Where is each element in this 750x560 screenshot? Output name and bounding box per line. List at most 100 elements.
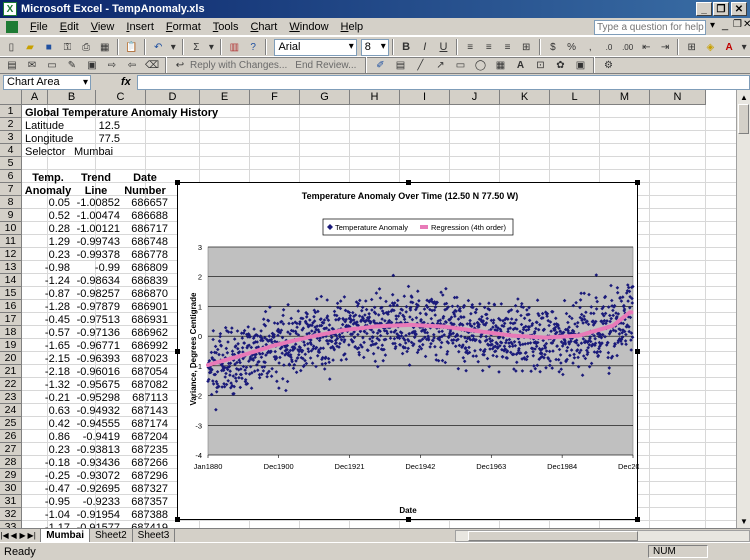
resize-handle[interactable] — [175, 349, 180, 354]
fx-icon[interactable]: fx — [121, 76, 131, 88]
diagram-icon[interactable]: ⊡ — [532, 57, 548, 73]
oval-icon[interactable]: ◯ — [472, 57, 488, 73]
date-number-cell[interactable]: 686992 — [120, 340, 168, 353]
trend-line-cell[interactable]: -0.99 — [72, 262, 120, 275]
trend-line-cell[interactable]: -0.99378 — [72, 249, 120, 262]
row-header[interactable]: 20 — [0, 352, 22, 365]
row-header[interactable]: 22 — [0, 378, 22, 391]
row-header[interactable]: 23 — [0, 391, 22, 404]
trend-line-cell[interactable]: -0.94555 — [72, 418, 120, 431]
trend-line-cell[interactable]: -0.92695 — [72, 483, 120, 496]
column-header-a[interactable]: A — [22, 90, 48, 105]
borders-icon[interactable]: ⊞ — [684, 39, 699, 55]
tab-mumbai[interactable]: Mumbai — [40, 528, 90, 543]
rectangle-icon[interactable]: ▭ — [452, 57, 468, 73]
temp-anomaly-cell[interactable]: -1.32 — [22, 379, 70, 392]
chart-area[interactable]: Temperature Anomaly Over Time (12.50 N 7… — [175, 180, 648, 522]
wordart-icon[interactable]: A — [512, 57, 528, 73]
date-number-cell[interactable]: 686717 — [120, 223, 168, 236]
temp-anomaly-cell[interactable]: -1.28 — [22, 301, 70, 314]
row-header[interactable]: 9 — [0, 209, 22, 222]
comment-icon[interactable]: ▭ — [44, 57, 60, 73]
date-number-cell[interactable]: 686688 — [120, 210, 168, 223]
next-sheet-icon[interactable]: ▶ — [18, 530, 27, 542]
tab-sheet3[interactable]: Sheet3 — [131, 528, 176, 543]
temp-anomaly-cell[interactable]: -0.47 — [22, 483, 70, 496]
date-number-cell[interactable]: 686809 — [120, 262, 168, 275]
trend-line-cell[interactable]: -0.96771 — [72, 340, 120, 353]
column-header-c[interactable]: C — [96, 90, 146, 105]
trend-line-cell[interactable]: -0.93813 — [72, 444, 120, 457]
temp-anomaly-cell[interactable]: 1.29 — [22, 236, 70, 249]
row-header[interactable]: 3 — [0, 131, 22, 144]
trend-line-cell[interactable]: -0.94932 — [72, 405, 120, 418]
date-number-cell[interactable]: 686962 — [120, 327, 168, 340]
resize-handle[interactable] — [635, 349, 640, 354]
row-header[interactable]: 13 — [0, 261, 22, 274]
clipart-icon[interactable]: ✿ — [552, 57, 568, 73]
date-number-cell[interactable]: 686931 — [120, 314, 168, 327]
date-number-cell[interactable]: 687388 — [120, 509, 168, 522]
trend-line-cell[interactable]: -0.93436 — [72, 457, 120, 470]
prev-sheet-icon[interactable]: ◀ — [9, 530, 18, 542]
date-number-cell[interactable]: 687296 — [120, 470, 168, 483]
merge-center-icon[interactable]: ⊞ — [519, 39, 534, 55]
row-header[interactable]: 5 — [0, 157, 22, 170]
permission-icon[interactable]: ⚿ — [60, 39, 75, 55]
temp-anomaly-cell[interactable]: -0.95 — [22, 496, 70, 509]
resize-handle[interactable] — [175, 517, 180, 522]
italic-icon[interactable]: I — [417, 39, 432, 55]
row-header[interactable]: 29 — [0, 469, 22, 482]
column-header-f[interactable]: F — [250, 90, 300, 105]
reply-with-changes-button[interactable]: Reply with Changes... — [190, 60, 287, 71]
percent-icon[interactable]: % — [564, 39, 579, 55]
column-header-l[interactable]: L — [550, 90, 600, 105]
menu-edit[interactable]: Edit — [54, 21, 85, 33]
row-header[interactable]: 26 — [0, 430, 22, 443]
textbox-icon[interactable]: ▦ — [492, 57, 508, 73]
trend-line-cell[interactable]: -0.9419 — [72, 431, 120, 444]
align-center-icon[interactable]: ≡ — [481, 39, 496, 55]
row-header[interactable]: 31 — [0, 495, 22, 508]
help-search-input[interactable] — [594, 20, 706, 35]
row-header[interactable]: 25 — [0, 417, 22, 430]
bold-icon[interactable]: B — [399, 39, 414, 55]
column-header-g[interactable]: G — [300, 90, 350, 105]
chevron-down-icon[interactable]: ▾ — [710, 20, 715, 31]
trend-line-cell[interactable]: -0.98634 — [72, 275, 120, 288]
temp-anomaly-cell[interactable]: 0.28 — [22, 223, 70, 236]
undo-icon[interactable]: ↶ — [151, 39, 166, 55]
column-header-j[interactable]: J — [450, 90, 500, 105]
date-number-cell[interactable]: 687082 — [120, 379, 168, 392]
drawing-edit-icon[interactable]: ✐ — [372, 57, 388, 73]
row-header[interactable]: 30 — [0, 482, 22, 495]
font-dropdown[interactable]: Arial — [274, 38, 357, 56]
date-number-cell[interactable]: 687113 — [120, 392, 168, 405]
column-header-n[interactable]: N — [650, 90, 706, 105]
column-header-d[interactable]: D — [146, 90, 200, 105]
horizontal-scrollbar[interactable] — [455, 529, 750, 542]
envelope-icon[interactable]: ✉ — [24, 57, 40, 73]
last-sheet-icon[interactable]: ▶| — [27, 530, 36, 542]
temp-anomaly-cell[interactable]: -0.21 — [22, 392, 70, 405]
row-header[interactable]: 7 — [0, 183, 22, 196]
row-header[interactable]: 14 — [0, 274, 22, 287]
row-header[interactable]: 15 — [0, 287, 22, 300]
temp-anomaly-cell[interactable]: -2.18 — [22, 366, 70, 379]
date-number-cell[interactable]: 687357 — [120, 496, 168, 509]
vertical-scroll-thumb[interactable] — [738, 104, 749, 134]
temp-anomaly-cell[interactable]: -1.04 — [22, 509, 70, 522]
resize-handle[interactable] — [635, 180, 640, 185]
vertical-scrollbar[interactable]: ▲ ▼ — [736, 90, 750, 528]
end-review-button[interactable]: End Review... — [295, 60, 356, 71]
close-button[interactable]: ✕ — [731, 2, 747, 16]
date-number-cell[interactable]: 687266 — [120, 457, 168, 470]
column-header-m[interactable]: M — [600, 90, 650, 105]
align-right-icon[interactable]: ≡ — [500, 39, 515, 55]
next-comment-icon[interactable]: ⇨ — [104, 57, 120, 73]
text-box-icon[interactable]: ▤ — [392, 57, 408, 73]
first-sheet-icon[interactable]: |◀ — [0, 530, 9, 542]
chevron-down-icon[interactable]: ▾ — [740, 39, 747, 55]
column-header-i[interactable]: I — [400, 90, 450, 105]
paste-icon[interactable]: 📋 — [124, 39, 139, 55]
